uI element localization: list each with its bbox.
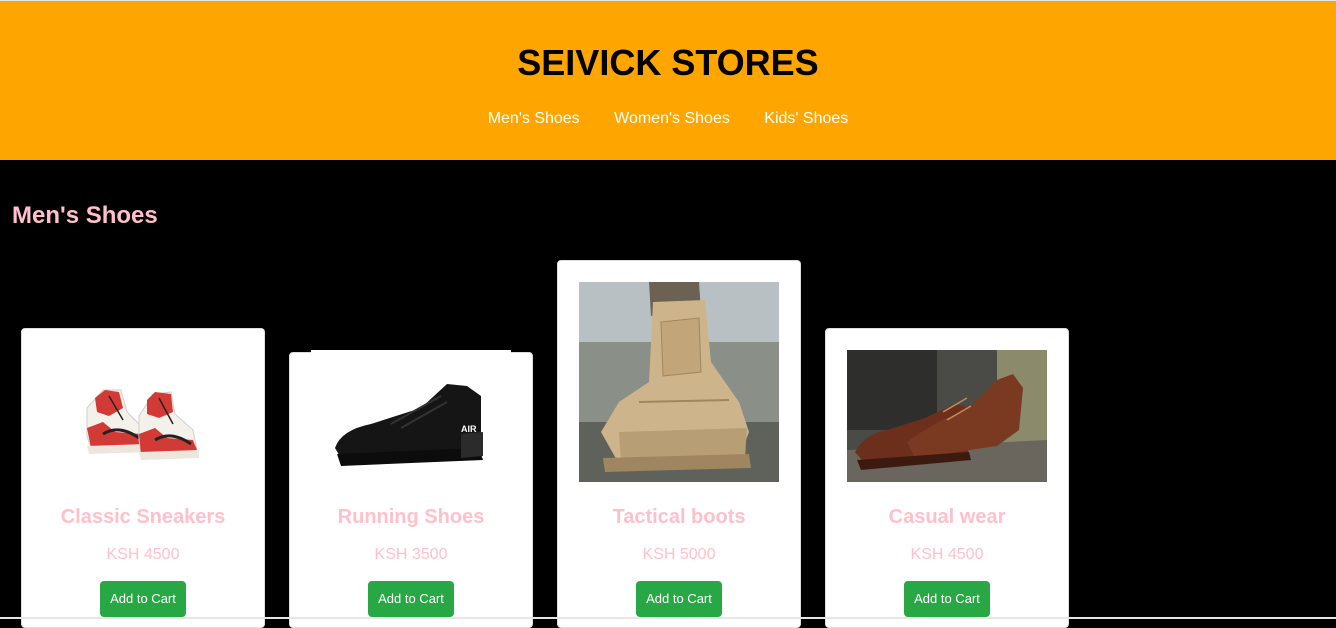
product-price: KSH 5000 [642,546,716,563]
nav-mens-shoes[interactable]: Men's Shoes [488,110,580,127]
add-to-cart-button[interactable]: Add to Cart [368,581,454,617]
product-image: AIR [311,350,511,482]
nav-kids-shoes[interactable]: Kids' Shoes [764,110,848,127]
product-price: KSH 3500 [374,546,448,563]
product-name: Tactical boots [612,506,746,528]
svg-text:AIR: AIR [461,424,477,434]
product-image [43,350,243,482]
product-card: AIR Running Shoes KSH 3500 Add to Cart [289,350,533,628]
add-to-cart-button[interactable]: Add to Cart [636,581,722,617]
product-price: KSH 4500 [106,546,180,563]
product-card: Casual wear KSH 4500 Add to Cart [825,328,1069,628]
site-title: SEIVICK STORES [517,42,819,83]
main-nav: Men's Shoes Women's Shoes Kids' Shoes [0,109,1336,129]
add-to-cart-button[interactable]: Add to Cart [100,581,186,617]
site-header: SEIVICK STORES Men's Shoes Women's Shoes… [0,0,1336,160]
product-card: Classic Sneakers KSH 4500 Add to Cart [21,328,265,628]
product-price: KSH 4500 [910,546,984,563]
product-name: Running Shoes [337,506,485,528]
product-name: Classic Sneakers [60,506,226,528]
section-title: Men's Shoes [12,202,158,229]
nav-womens-shoes[interactable]: Women's Shoes [614,110,730,127]
product-name: Casual wear [888,506,1006,528]
product-card: Tactical boots KSH 5000 Add to Cart [557,260,801,628]
product-image [847,350,1047,482]
product-image [579,282,779,482]
add-to-cart-button[interactable]: Add to Cart [904,581,990,617]
